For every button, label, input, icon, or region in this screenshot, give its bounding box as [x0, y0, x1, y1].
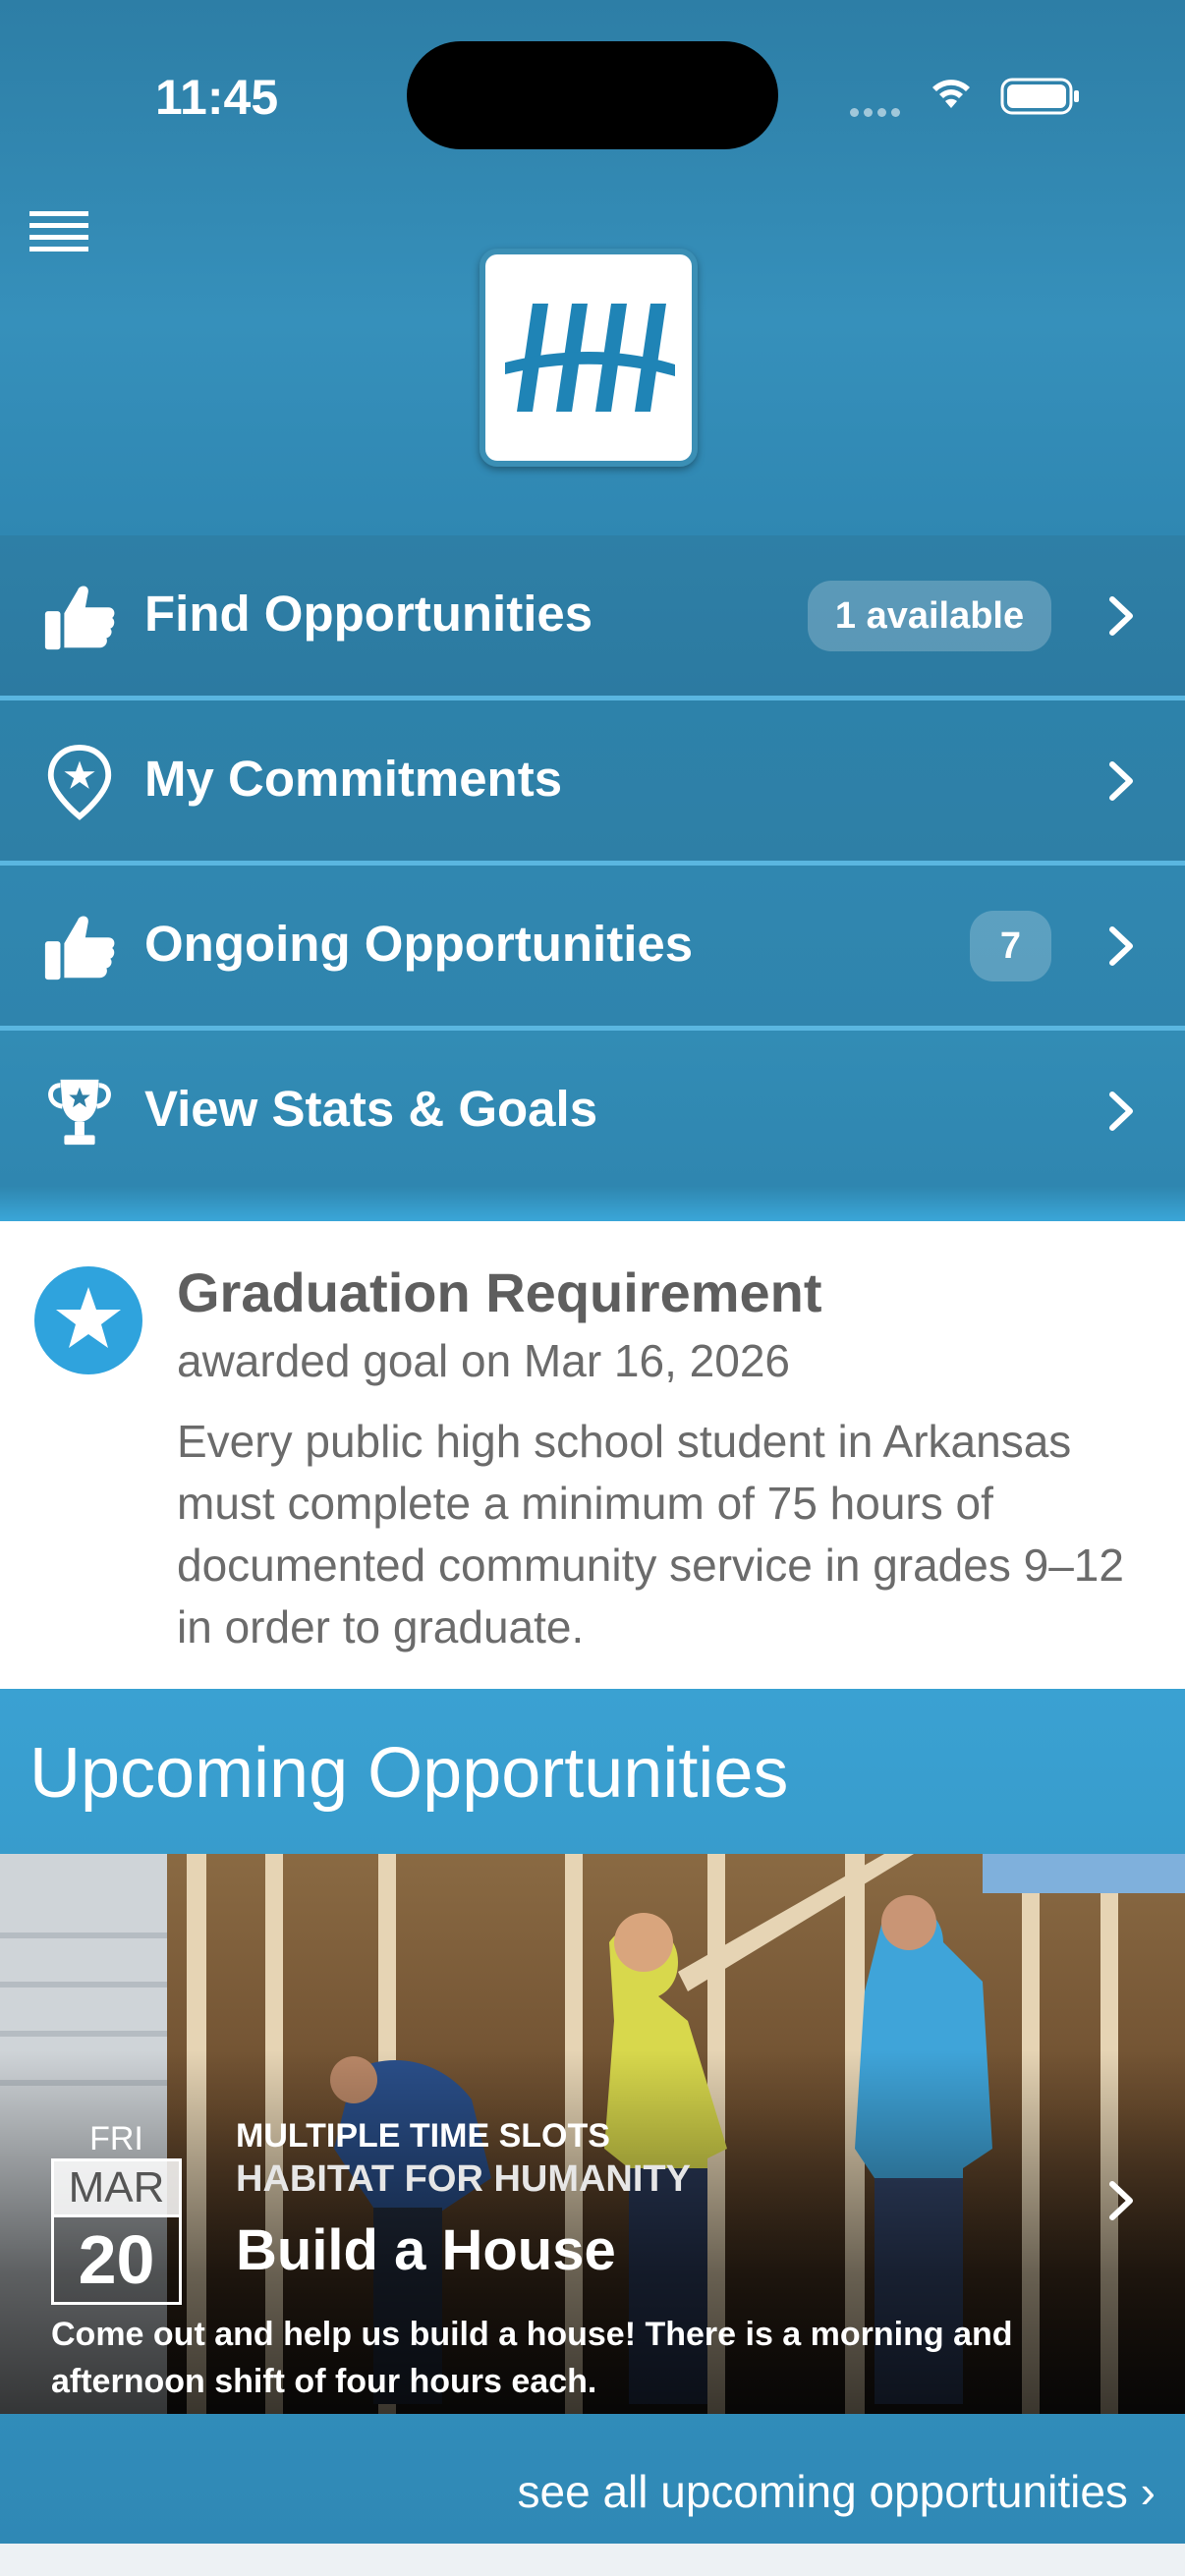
ongoing-count-badge: 7 — [970, 911, 1051, 981]
wifi-icon — [932, 80, 970, 108]
header-area: 11:45 — [0, 0, 1185, 535]
menu-item-label: Find Opportunities — [144, 586, 593, 642]
chevron-right-icon — [1109, 1092, 1133, 1131]
goal-awarded-date: awarded goal on Mar 16, 2026 — [177, 1335, 790, 1386]
menu-item-ongoing-opportunities[interactable]: Ongoing Opportunities 7 — [0, 866, 1185, 1031]
chevron-right-icon — [1109, 596, 1133, 636]
trophy-icon — [48, 1079, 111, 1146]
battery-icon — [1000, 78, 1079, 115]
menu-item-label: My Commitments — [144, 751, 563, 807]
dynamic-island — [407, 41, 778, 149]
chevron-right-icon — [1109, 926, 1133, 966]
bottom-bar — [0, 2544, 1185, 2576]
menu-item-label: View Stats & Goals — [144, 1081, 598, 1137]
event-description: Come out and help us build a house! Ther… — [51, 2316, 1013, 2400]
section-title: Upcoming Opportunities — [29, 1734, 789, 1813]
menu-item-find-opportunities[interactable]: Find Opportunities 1 available — [0, 535, 1185, 700]
available-count-badge: 1 available — [808, 581, 1051, 651]
event-day: 20 — [51, 2217, 182, 2305]
map-pin-star-icon — [47, 744, 112, 820]
menu-item-my-commitments[interactable]: My Commitments — [0, 700, 1185, 866]
event-organization: HABITAT FOR HUMANITY — [236, 2158, 691, 2200]
event-date: FRI MAR 20 — [51, 2119, 182, 2305]
status-time: 11:45 — [155, 70, 279, 125]
hamburger-menu-icon[interactable] — [29, 211, 88, 258]
cellular-signal-icon — [850, 104, 909, 118]
event-title: Build a House — [236, 2218, 616, 2282]
main-menu: Find Opportunities 1 available My Commit… — [0, 535, 1185, 1188]
chevron-right-icon — [1109, 761, 1133, 801]
menu-item-view-stats-goals[interactable]: View Stats & Goals — [0, 1031, 1185, 1188]
app-logo — [480, 249, 698, 467]
event-time-slots: MULTIPLE TIME SLOTS — [236, 2117, 610, 2155]
goal-title: Graduation Requirement — [177, 1261, 822, 1323]
section-divider — [0, 1187, 1185, 1221]
menu-item-label: Ongoing Opportunities — [144, 916, 694, 972]
event-card[interactable]: FRI MAR 20 MULTIPLE TIME SLOTS HABITAT F… — [0, 1854, 1185, 2414]
see-all-upcoming-link[interactable]: see all upcoming opportunities › — [518, 2465, 1156, 2518]
thumbs-up-icon — [44, 916, 115, 980]
goal-description: Every public high school student in Arka… — [177, 1416, 1124, 1652]
thumbs-up-icon — [44, 586, 115, 650]
star-badge-icon — [34, 1266, 142, 1374]
event-month: MAR — [51, 2158, 182, 2217]
goal-card[interactable]: Graduation Requirement awarded goal on M… — [0, 1221, 1185, 1689]
event-day-of-week: FRI — [89, 2120, 143, 2157]
upcoming-section: Upcoming Opportunities FRI MAR 20 MULTIP… — [0, 1689, 1185, 2544]
chevron-right-icon — [1109, 2181, 1133, 2220]
